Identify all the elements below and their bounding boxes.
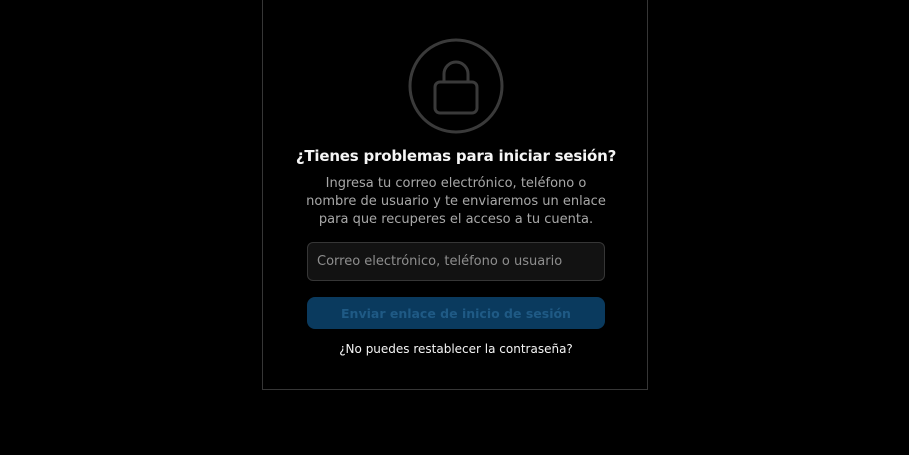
recovery-card: ¿Tienes problemas para iniciar sesión? I… <box>262 0 648 390</box>
lock-icon <box>408 38 504 134</box>
page-title: ¿Tienes problemas para iniciar sesión? <box>295 147 617 165</box>
recovery-description: Ingresa tu correo electrónico, teléfono … <box>306 176 606 227</box>
send-login-link-button[interactable]: Enviar enlace de inicio de sesión <box>307 297 605 329</box>
identifier-field-wrapper <box>307 242 605 281</box>
cant-reset-password-link[interactable]: ¿No puedes restablecer la contraseña? <box>263 342 649 356</box>
identifier-input[interactable] <box>308 243 604 280</box>
